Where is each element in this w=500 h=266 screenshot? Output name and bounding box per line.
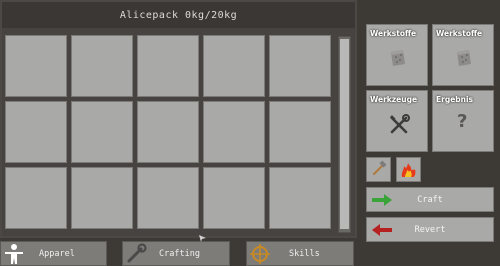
hammer-slot[interactable] xyxy=(366,157,391,182)
tab-skills-label: Skills xyxy=(289,249,320,259)
mouse-cursor-icon xyxy=(199,235,206,242)
inventory-slot[interactable] xyxy=(203,101,265,163)
inventory-panel: Alicepack 0kg/20kg xyxy=(0,0,357,238)
hammer-icon xyxy=(373,160,387,175)
inventory-grid xyxy=(5,35,334,234)
tab-apparel-label: Apparel xyxy=(39,249,75,259)
stone-block-icon xyxy=(391,50,405,66)
material-slot-2[interactable]: Werkstoffe xyxy=(432,24,494,86)
revert-button[interactable]: Revert xyxy=(366,217,494,242)
tools-slot[interactable]: Werkzeuge xyxy=(366,90,428,152)
inventory-slot[interactable] xyxy=(71,35,133,97)
inventory-slot[interactable] xyxy=(5,35,67,97)
result-slot-label: Ergebnis xyxy=(436,95,474,104)
material-slot-2-label: Werkstoffe xyxy=(436,29,483,38)
craft-button-label: Craft xyxy=(417,195,443,205)
inventory-slot[interactable] xyxy=(269,35,331,97)
inventory-slot[interactable] xyxy=(137,101,199,163)
crafting-panel: Werkstoffe Werkstoffe Werkzeuge Ergebnis… xyxy=(360,18,500,244)
tab-skills[interactable]: Skills xyxy=(246,241,354,266)
inventory-slot[interactable] xyxy=(203,167,265,229)
material-slot-1-label: Werkstoffe xyxy=(370,29,417,38)
wrench-icon xyxy=(127,243,147,263)
inventory-slot[interactable] xyxy=(269,101,331,163)
fire-icon xyxy=(401,163,416,177)
result-slot[interactable]: Ergebnis ? xyxy=(432,90,494,152)
inventory-slot[interactable] xyxy=(203,35,265,97)
inventory-slot[interactable] xyxy=(5,101,67,163)
inventory-slot[interactable] xyxy=(137,167,199,229)
tab-crafting-label: Crafting xyxy=(159,249,200,259)
inventory-slot[interactable] xyxy=(269,167,331,229)
inventory-slot[interactable] xyxy=(5,167,67,229)
result-placeholder: ? xyxy=(457,111,468,132)
scroll-thumb[interactable] xyxy=(340,39,349,229)
wrench-screwdriver-icon xyxy=(389,114,410,134)
material-slot-1[interactable]: Werkstoffe xyxy=(366,24,428,86)
tools-slot-label: Werkzeuge xyxy=(370,95,418,104)
tab-crafting[interactable]: Crafting xyxy=(122,241,230,266)
inventory-slot[interactable] xyxy=(137,35,199,97)
revert-button-label: Revert xyxy=(414,225,446,235)
stone-block-icon xyxy=(457,50,471,66)
person-icon xyxy=(5,244,23,264)
tab-apparel[interactable]: Apparel xyxy=(0,241,107,266)
craft-button[interactable]: Craft xyxy=(366,187,494,212)
inventory-scrollbar[interactable] xyxy=(338,36,351,233)
inventory-title: Alicepack 0kg/20kg xyxy=(2,2,355,28)
inventory-slot[interactable] xyxy=(71,167,133,229)
fire-slot[interactable] xyxy=(396,157,421,182)
target-icon xyxy=(250,244,270,264)
inventory-slot[interactable] xyxy=(71,101,133,163)
